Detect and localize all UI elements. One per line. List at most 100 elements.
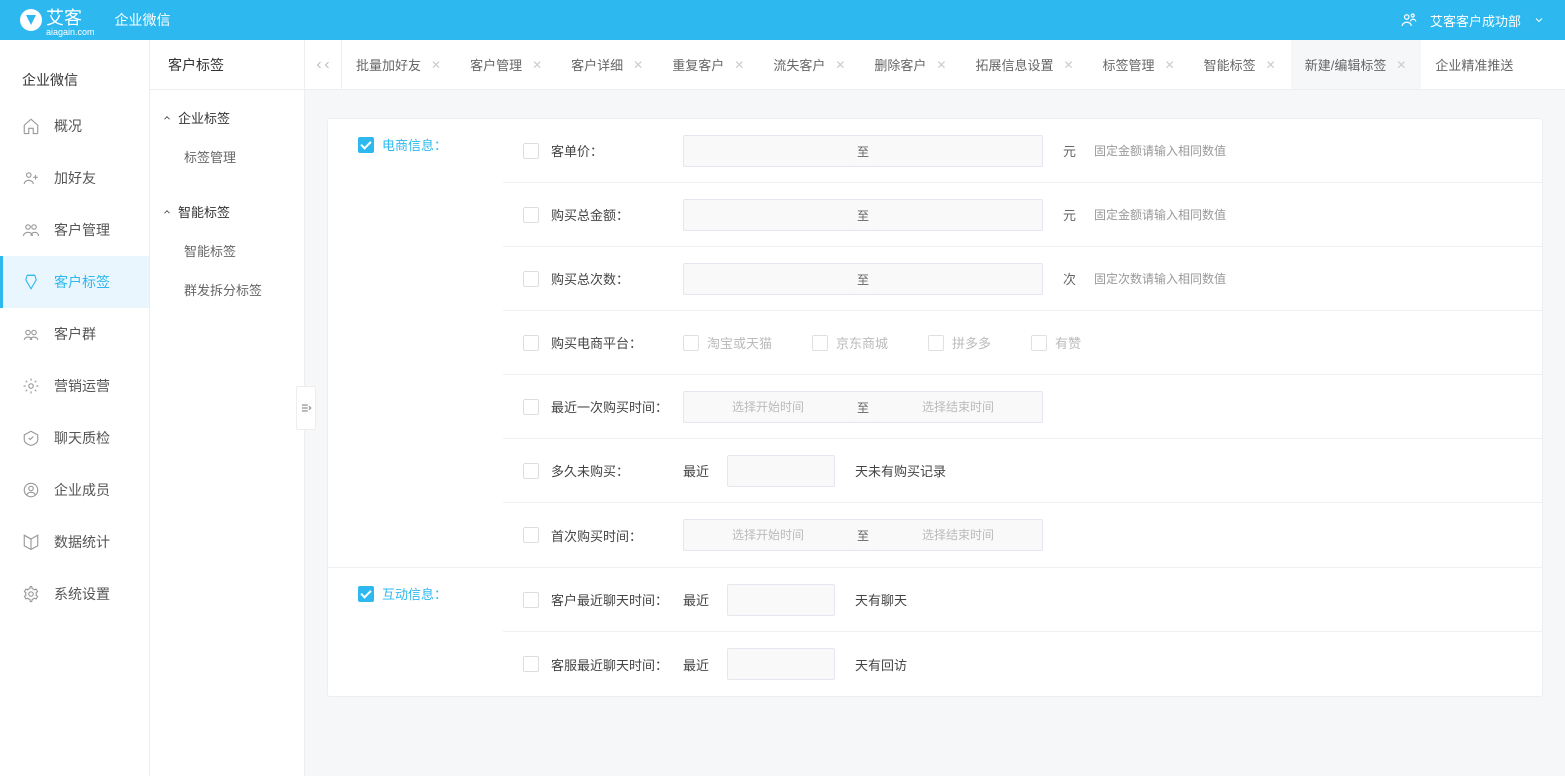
option-checkbox[interactable] — [812, 335, 828, 351]
option-label: 拼多多 — [952, 333, 991, 352]
sidebar-item-label: 系统设置 — [54, 584, 110, 604]
sidebar-item-data-stats[interactable]: 数据统计 — [0, 516, 149, 568]
range-from-input[interactable] — [683, 135, 853, 167]
row-checkbox[interactable] — [523, 463, 539, 479]
date-start-input[interactable] — [683, 391, 853, 423]
section-title-text: 电商信息： — [382, 135, 447, 154]
chevron-down-icon — [1533, 14, 1545, 26]
row-checkbox[interactable] — [523, 143, 539, 159]
user-icon — [1400, 11, 1418, 29]
tab[interactable]: 客户详细✕ — [557, 40, 658, 89]
tab[interactable]: 流失客户 ✕ — [759, 40, 860, 89]
tab-close-icon[interactable]: ✕ — [734, 58, 744, 72]
tab-label: 批量加好友 — [356, 55, 421, 74]
tab[interactable]: 批量加好友 ✕ — [342, 40, 456, 89]
product-name: 企业微信 — [115, 10, 171, 30]
option-checkbox[interactable] — [683, 335, 699, 351]
tab-close-icon[interactable]: ✕ — [1165, 58, 1175, 72]
section-checkbox[interactable] — [358, 137, 374, 153]
tab-close-icon[interactable]: ✕ — [532, 58, 542, 72]
tab-close-icon[interactable]: ✕ — [835, 58, 845, 72]
content-scroll[interactable]: 电商信息：客单价：至元固定金额请输入相同数值购买总金额：至元固定金额请输入相同数… — [305, 90, 1565, 776]
tab[interactable]: 新建/编辑标签✕ — [1291, 40, 1422, 89]
customer-tag-icon — [22, 273, 40, 291]
date-end-input[interactable] — [873, 519, 1043, 551]
sidebar-item-add-friend[interactable]: 加好友 — [0, 152, 149, 204]
platform-option[interactable]: 有赞 — [1031, 333, 1081, 352]
row-label: 购买电商平台： — [551, 333, 671, 352]
sidebar-item-marketing[interactable]: 营销运营 — [0, 360, 149, 412]
row-label: 客单价： — [551, 141, 671, 160]
tab[interactable]: 标签管理✕ — [1089, 40, 1190, 89]
brand-logo[interactable]: 艾客 aiagain.com — [20, 4, 95, 37]
row-checkbox[interactable] — [523, 271, 539, 287]
tab[interactable]: 智能标签✕ — [1190, 40, 1291, 89]
platform-option[interactable]: 淘宝或天猫 — [683, 333, 772, 352]
sidebar-item-customer-group[interactable]: 客户群 — [0, 308, 149, 360]
range-to-input[interactable] — [873, 135, 1043, 167]
tab-close-icon[interactable]: ✕ — [936, 58, 946, 72]
tab-label: 重复客户 — [672, 55, 724, 74]
range-from-input[interactable] — [683, 199, 853, 231]
suffix-text: 天未有购买记录 — [855, 461, 946, 480]
tab[interactable]: 删除客户✕ — [860, 40, 961, 89]
tab-close-icon[interactable]: ✕ — [633, 58, 643, 72]
sidebar-item-chat-qc[interactable]: 聊天质检 — [0, 412, 149, 464]
range-to-input[interactable] — [873, 263, 1043, 295]
days-input[interactable] — [727, 648, 835, 680]
chevron-up-icon — [162, 207, 172, 217]
row-checkbox[interactable] — [523, 592, 539, 608]
option-label: 京东商城 — [836, 333, 888, 352]
header-left: 艾客 aiagain.com 企业微信 — [20, 4, 171, 37]
sidebar-group-item[interactable]: 群发拆分标签 — [150, 270, 304, 309]
platform-option[interactable]: 拼多多 — [928, 333, 991, 352]
form-row-no-purchase: 多久未购买：最近天未有购买记录 — [503, 439, 1542, 503]
row-checkbox[interactable] — [523, 656, 539, 672]
tab-close-icon[interactable]: ✕ — [1063, 58, 1073, 72]
tab-close-icon[interactable]: ✕ — [1266, 58, 1276, 72]
sidebar-group-item[interactable]: 智能标签 — [150, 231, 304, 270]
tab[interactable]: 重复客户 ✕ — [658, 40, 759, 89]
date-end-input[interactable] — [873, 391, 1043, 423]
row-checkbox[interactable] — [523, 399, 539, 415]
suffix-text: 天有聊天 — [855, 590, 907, 609]
hint-text: 固定金额请输入相同数值 — [1094, 206, 1226, 223]
tab[interactable]: 客户管理✕ — [456, 40, 557, 89]
sidebar-item-customer-tag[interactable]: 客户标签 — [0, 256, 149, 308]
row-checkbox[interactable] — [523, 207, 539, 223]
customer-group-icon — [22, 325, 40, 343]
row-checkbox[interactable] — [523, 335, 539, 351]
range-from-input[interactable] — [683, 263, 853, 295]
sidebar-group-item[interactable]: 标签管理 — [150, 137, 304, 176]
sidebar-item-members[interactable]: 企业成员 — [0, 464, 149, 516]
platform-option[interactable]: 京东商城 — [812, 333, 888, 352]
days-input[interactable] — [727, 455, 835, 487]
row-label: 购买总次数： — [551, 269, 671, 288]
tab[interactable]: 拓展信息设置✕ — [961, 40, 1088, 89]
days-input[interactable] — [727, 584, 835, 616]
tab-label: 流失客户 — [773, 55, 825, 74]
section-checkbox[interactable] — [358, 586, 374, 602]
tab-close-icon[interactable]: ✕ — [1396, 58, 1406, 72]
sidebar-item-settings[interactable]: 系统设置 — [0, 568, 149, 620]
range-to-input[interactable] — [873, 199, 1043, 231]
tabs-scroll-left[interactable] — [305, 40, 342, 89]
header-right[interactable]: 艾客客户成功部 — [1400, 11, 1545, 30]
sidebar-item-overview[interactable]: 概况 — [0, 100, 149, 152]
sidebar-group-header[interactable]: 企业标签 — [150, 98, 304, 137]
tab[interactable]: 企业精准推送 — [1421, 40, 1528, 89]
row-checkbox[interactable] — [523, 527, 539, 543]
option-checkbox[interactable] — [928, 335, 944, 351]
form-row-service-chat: 客服最近聊天时间：最近天有回访 — [503, 632, 1542, 696]
range-separator: 至 — [852, 519, 874, 551]
sidebar-item-customer-mgmt[interactable]: 客户管理 — [0, 204, 149, 256]
sidebar-group-header[interactable]: 智能标签 — [150, 192, 304, 231]
option-checkbox[interactable] — [1031, 335, 1047, 351]
unit-label: 元 — [1063, 141, 1076, 160]
prefix-text: 最近 — [683, 461, 709, 480]
sidebar-collapse-toggle[interactable] — [296, 386, 316, 430]
date-start-input[interactable] — [683, 519, 853, 551]
tab-close-icon[interactable]: ✕ — [431, 58, 441, 72]
form-row-total-count: 购买总次数：至次固定次数请输入相同数值 — [503, 247, 1542, 311]
section-title: 电商信息： — [358, 135, 503, 154]
